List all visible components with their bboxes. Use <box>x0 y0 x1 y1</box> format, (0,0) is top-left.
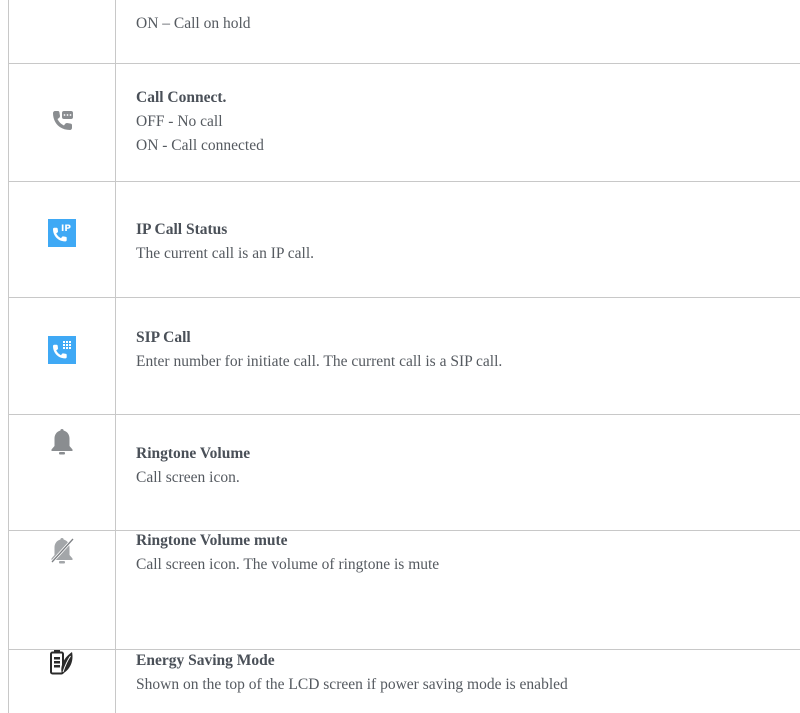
row-desc-line: ON – Call on hold <box>136 15 251 32</box>
bell-mute-icon <box>48 536 76 564</box>
table-row: Energy Saving Mode Shown on the top of t… <box>8 650 800 713</box>
call-connect-icon <box>47 107 76 135</box>
table-row: IP IP Call Status The current call is an… <box>8 182 800 298</box>
table-row: ON – Call on hold <box>8 0 800 64</box>
table-row: SIP Call Enter number for initiate call.… <box>8 298 800 415</box>
row-title: Ringtone Volume <box>136 445 251 462</box>
row-title: SIP Call <box>136 329 191 346</box>
row-desc-line: Enter number for initiate call. The curr… <box>136 353 503 370</box>
row-title: Energy Saving Mode <box>136 652 275 669</box>
row-desc-line: Call screen icon. <box>136 469 240 486</box>
ip-call-icon: IP <box>47 219 76 247</box>
sip-call-icon <box>47 336 76 364</box>
energy-saving-icon <box>48 648 76 676</box>
table-row: Call Connect. OFF - No call ON - Call co… <box>8 64 800 182</box>
row-title: Call Connect. <box>136 89 227 106</box>
row-title: IP Call Status <box>136 221 228 238</box>
row-title: Ringtone Volume mute <box>136 532 288 549</box>
row-desc-line: Shown on the top of the LCD screen if po… <box>136 676 568 693</box>
table-row: Ringtone Volume mute Call screen icon. T… <box>8 531 800 650</box>
row-desc-line: OFF - No call <box>136 113 223 130</box>
bell-icon <box>48 427 76 455</box>
svg-text:IP: IP <box>61 224 71 234</box>
status-icon-table: ON – Call on hold Call Connect. OFF - No… <box>0 0 800 713</box>
table-row: Ringtone Volume Call screen icon. <box>8 415 800 531</box>
row-desc-line: ON - Call connected <box>136 137 264 154</box>
row-desc-line: Call screen icon. The volume of ringtone… <box>136 556 440 573</box>
row-desc-line: The current call is an IP call. <box>136 245 315 262</box>
